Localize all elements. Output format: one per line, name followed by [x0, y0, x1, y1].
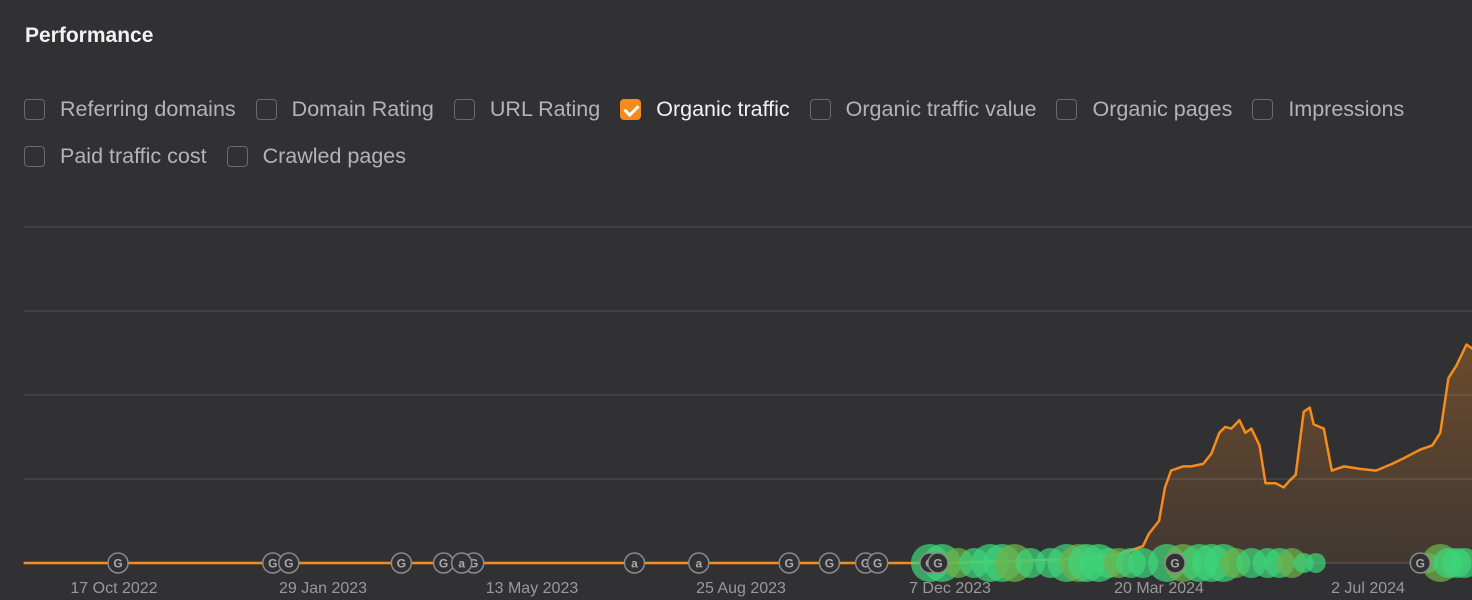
google-update-icon: G [278, 552, 300, 574]
marker-letter: G [113, 557, 122, 571]
ahrefs-update-icon: a [623, 552, 646, 574]
marker-letter: G [268, 557, 277, 571]
marker-letter: a [631, 557, 638, 571]
x-tick-label: 7 Dec 2023 [909, 580, 991, 597]
marker-letter: G [933, 557, 942, 571]
marker-letter: G [439, 557, 448, 571]
google-update-icon: G [390, 552, 413, 574]
google-update-icon: G [1164, 552, 1186, 574]
marker-letter: a [458, 557, 465, 571]
ahrefs-update-icon: a [688, 552, 710, 574]
x-tick-label: 29 Jan 2023 [279, 580, 367, 597]
traffic-area [23, 344, 1472, 563]
marker-letter: G [1170, 557, 1179, 571]
x-tick-label: 17 Oct 2022 [70, 580, 157, 597]
x-axis: 17 Oct 2022 29 Jan 2023 13 May 2023 25 Aug … [70, 580, 1405, 597]
x-tick-label: 13 May 2023 [486, 580, 579, 597]
marker-letter: G [825, 557, 834, 571]
marker-letter: a [695, 557, 702, 571]
marker-letter: G [284, 557, 293, 571]
organic-traffic-chart[interactable]: GGGGGGGGGGGGGGaaa 17 Oct 202229 Jan 2023… [0, 0, 1472, 600]
google-update-icon: G [432, 552, 455, 574]
x-tick-label: 20 Mar 2024 [1114, 580, 1204, 597]
marker-letter: G [785, 557, 794, 571]
google-update-icon: G [1409, 552, 1431, 574]
google-update-icon: G [778, 552, 800, 574]
marker-letter: G [873, 557, 882, 571]
annotation-bubble [1305, 553, 1326, 573]
google-update-icon: G [927, 552, 949, 574]
x-tick-label: 25 Aug 2023 [696, 580, 786, 597]
google-update-icon: G [818, 552, 841, 574]
marker-letter: G [1416, 557, 1425, 571]
google-update-icon: G [866, 552, 889, 574]
marker-letter: G [397, 557, 406, 571]
x-tick-label: 2 Jul 2024 [1331, 580, 1405, 597]
google-update-icon: G [107, 552, 129, 574]
ahrefs-update-icon: a [450, 552, 473, 574]
